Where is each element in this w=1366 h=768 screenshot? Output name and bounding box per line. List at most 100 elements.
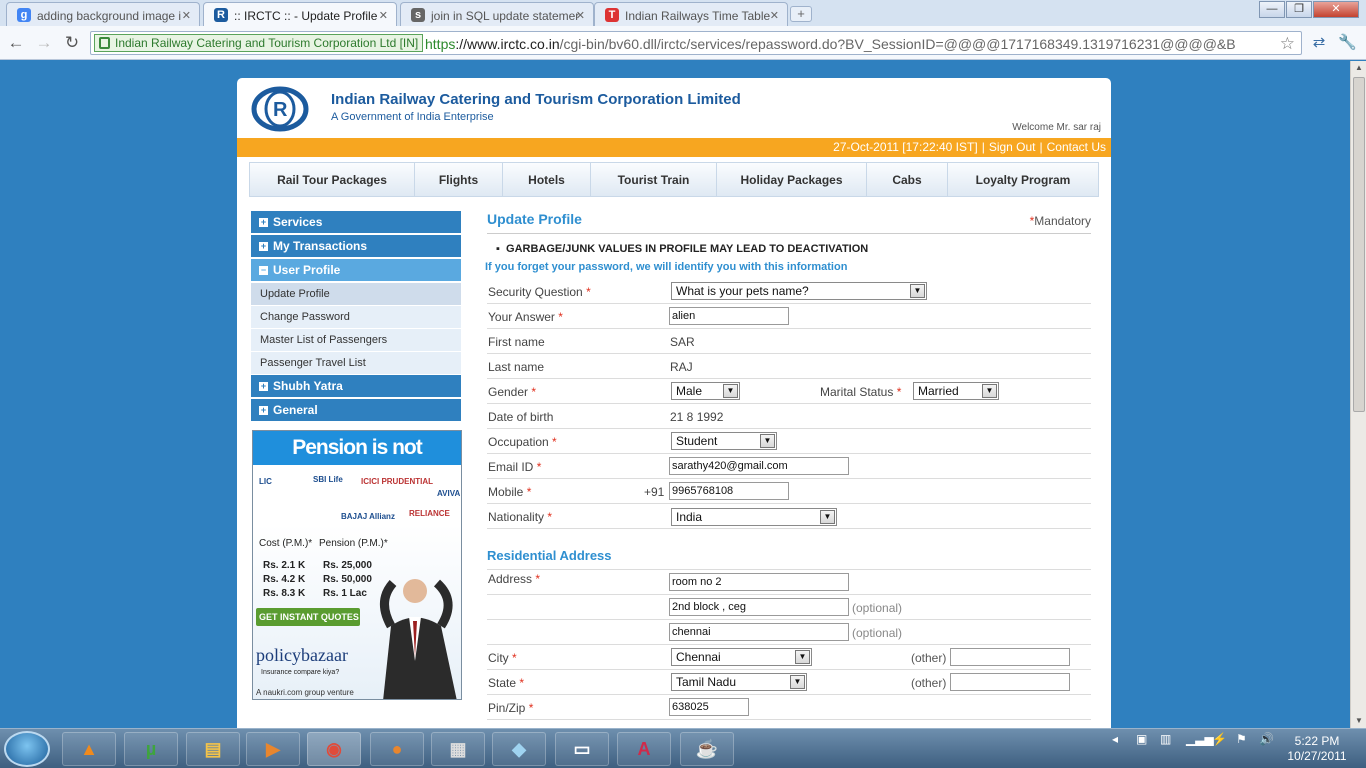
answer-input[interactable]: alien <box>669 307 789 325</box>
chrome-icon[interactable]: ◉ <box>307 732 361 766</box>
device-tray-icon[interactable]: ▥ <box>1160 732 1171 746</box>
nav-loyalty-program[interactable]: Loyalty Program <box>948 163 1098 196</box>
close-tab-icon[interactable]: ✕ <box>770 9 779 22</box>
address-line-2-input[interactable]: 2nd block , ceg <box>669 598 849 616</box>
bookmark-star-icon[interactable]: ☆ <box>1280 34 1295 54</box>
close-tab-icon[interactable]: ✕ <box>182 9 191 22</box>
email-field[interactable]: sarathy420@gmail.com <box>669 457 849 475</box>
sign-out-link[interactable]: Sign Out <box>989 140 1036 154</box>
address-line-1-input[interactable]: room no 2 <box>669 573 849 591</box>
page-scrollbar[interactable]: ▲ ▼ <box>1350 61 1366 728</box>
pin-input[interactable]: 638025 <box>669 698 749 716</box>
scrollbar-thumb[interactable] <box>1353 77 1365 412</box>
access-icon[interactable]: A <box>617 732 671 766</box>
firewall-icon[interactable]: ▦ <box>431 732 485 766</box>
tab-railways-timetable[interactable]: T Indian Railways Time Table ✕ <box>594 2 788 26</box>
nav-cabs[interactable]: Cabs <box>867 163 948 196</box>
other-city-input[interactable] <box>950 648 1070 666</box>
signal-strength-icon[interactable]: ▁▃▅ <box>1186 732 1214 746</box>
mandatory-note: *Mandatory <box>1029 214 1091 228</box>
extension-icon[interactable]: ⇄ <box>1310 34 1328 52</box>
row-gender-marital: Gender * Male ▼ Marital Status * Married ▼ <box>487 379 1091 404</box>
sidebar-user-profile[interactable]: − User Profile <box>251 259 461 281</box>
close-window-button[interactable]: ✕ <box>1313 1 1359 18</box>
notes-icon[interactable]: ◆ <box>492 732 546 766</box>
maximize-button[interactable]: ❐ <box>1286 1 1312 18</box>
irctc-icon: R <box>214 8 228 22</box>
gender-select[interactable]: Male ▼ <box>671 382 740 400</box>
marital-status-select[interactable]: Married ▼ <box>913 382 999 400</box>
ad-pension: Rs. 50,000 <box>323 574 372 585</box>
vlc-icon[interactable]: ▲ <box>62 732 116 766</box>
occupation-select[interactable]: Student ▼ <box>671 432 777 450</box>
sidebar-item-travel-list[interactable]: Passenger Travel List <box>251 352 461 374</box>
security-question-select[interactable]: What is your pets name? ▼ <box>671 282 927 300</box>
java-icon[interactable]: ☕ <box>680 732 734 766</box>
sidebar-item-change-password[interactable]: Change Password <box>251 306 461 328</box>
close-tab-icon[interactable]: ✕ <box>379 9 388 22</box>
address-bar[interactable]: Indian Railway Catering and Tourism Corp… <box>90 31 1302 55</box>
firefox-icon[interactable]: ● <box>370 732 424 766</box>
nav-holiday-packages[interactable]: Holiday Packages <box>717 163 867 196</box>
command-prompt-icon[interactable]: ▭ <box>555 732 609 766</box>
ad-businessman-illustration <box>380 579 457 699</box>
power-icon[interactable]: ⚡ <box>1212 732 1227 746</box>
close-tab-icon[interactable]: ✕ <box>576 9 585 22</box>
sidebar-item-master-list[interactable]: Master List of Passengers <box>251 329 461 351</box>
other-city-label: (other) <box>911 651 947 665</box>
forward-arrow-icon[interactable]: → <box>34 33 54 53</box>
reload-icon[interactable]: ↻ <box>62 33 82 53</box>
tab-title: join in SQL update statemer <box>431 9 580 23</box>
media-player-icon[interactable]: ▶ <box>246 732 300 766</box>
network-tray-icon[interactable]: ▣ <box>1136 732 1147 746</box>
tab-irctc-update-profile[interactable]: R :: IRCTC :: - Update Profile ✕ <box>203 2 397 27</box>
system-clock[interactable]: 5:22 PM 10/27/2011 <box>1282 734 1352 764</box>
nav-rail-tour-packages[interactable]: Rail Tour Packages <box>250 163 415 196</box>
sidebar-item-update-profile[interactable]: Update Profile <box>251 283 461 305</box>
action-center-icon[interactable]: ⚑ <box>1236 732 1247 746</box>
collapse-icon: − <box>259 265 268 275</box>
sidebar-shubh-yatra[interactable]: + Shubh Yatra <box>251 375 461 397</box>
expand-icon: + <box>259 405 268 415</box>
nationality-select[interactable]: India ▼ <box>671 508 837 526</box>
explorer-folder-icon[interactable]: ▤ <box>186 732 240 766</box>
tab-title: Indian Railways Time Table <box>625 9 771 23</box>
start-button[interactable] <box>4 731 50 767</box>
nav-hotels[interactable]: Hotels <box>503 163 591 196</box>
row-dob: Date of birth 21 8 1992 <box>487 404 1091 429</box>
tab-sql-update[interactable]: s join in SQL update statemer ✕ <box>400 2 594 26</box>
new-tab-button[interactable]: + <box>790 6 812 22</box>
url-path: /cgi-bin/bv60.dll/irctc/services/repassw… <box>559 36 1236 52</box>
address-line-3-input[interactable]: chennai <box>669 623 849 641</box>
ad-col-cost-head: Cost (P.M.)* <box>259 538 313 549</box>
tab-adding-background[interactable]: g adding background image i ✕ <box>6 2 200 26</box>
sidebar-services[interactable]: + Services <box>251 211 461 233</box>
welcome-text: Welcome Mr. sar raj <box>1012 122 1101 133</box>
ev-label: Indian Railway Catering and Tourism Corp… <box>115 36 419 50</box>
wrench-icon[interactable]: 🔧 <box>1338 34 1357 52</box>
get-instant-quotes-button[interactable]: GET INSTANT QUOTES <box>256 608 360 626</box>
pension-ad-banner[interactable]: Pension is not expensive LIC SBI Life IC… <box>252 430 462 700</box>
volume-icon[interactable]: 🔊 <box>1259 732 1274 746</box>
nav-tourist-train[interactable]: Tourist Train <box>591 163 717 196</box>
back-arrow-icon[interactable]: ← <box>6 33 26 53</box>
scroll-up-icon[interactable]: ▲ <box>1351 61 1366 75</box>
show-hidden-icons-icon[interactable]: ◂ <box>1112 732 1118 746</box>
org-subtitle: A Government of India Enterprise <box>331 111 494 123</box>
sidebar-general[interactable]: + General <box>251 399 461 421</box>
other-state-input[interactable] <box>950 673 1070 691</box>
scroll-down-icon[interactable]: ▼ <box>1351 714 1366 728</box>
url-text[interactable]: https://www.irctc.co.in/cgi-bin/bv60.dll… <box>425 36 1275 52</box>
contact-us-link[interactable]: Contact Us <box>1047 140 1106 154</box>
ev-certificate-badge[interactable]: Indian Railway Catering and Tourism Corp… <box>94 34 424 52</box>
sidebar-my-transactions[interactable]: + My Transactions <box>251 235 461 257</box>
utorrent-icon[interactable]: µ <box>124 732 178 766</box>
nav-flights[interactable]: Flights <box>415 163 503 196</box>
state-select[interactable]: Tamil Nadu ▼ <box>671 673 807 691</box>
selected-value: What is your pets name? <box>676 284 809 298</box>
minimize-button[interactable]: — <box>1259 1 1285 18</box>
ad-footer: A naukri.com group venture <box>256 688 354 697</box>
mobile-field[interactable]: 9965768108 <box>669 482 789 500</box>
row-address-3: chennai (optional) <box>487 620 1091 645</box>
city-select[interactable]: Chennai ▼ <box>671 648 812 666</box>
